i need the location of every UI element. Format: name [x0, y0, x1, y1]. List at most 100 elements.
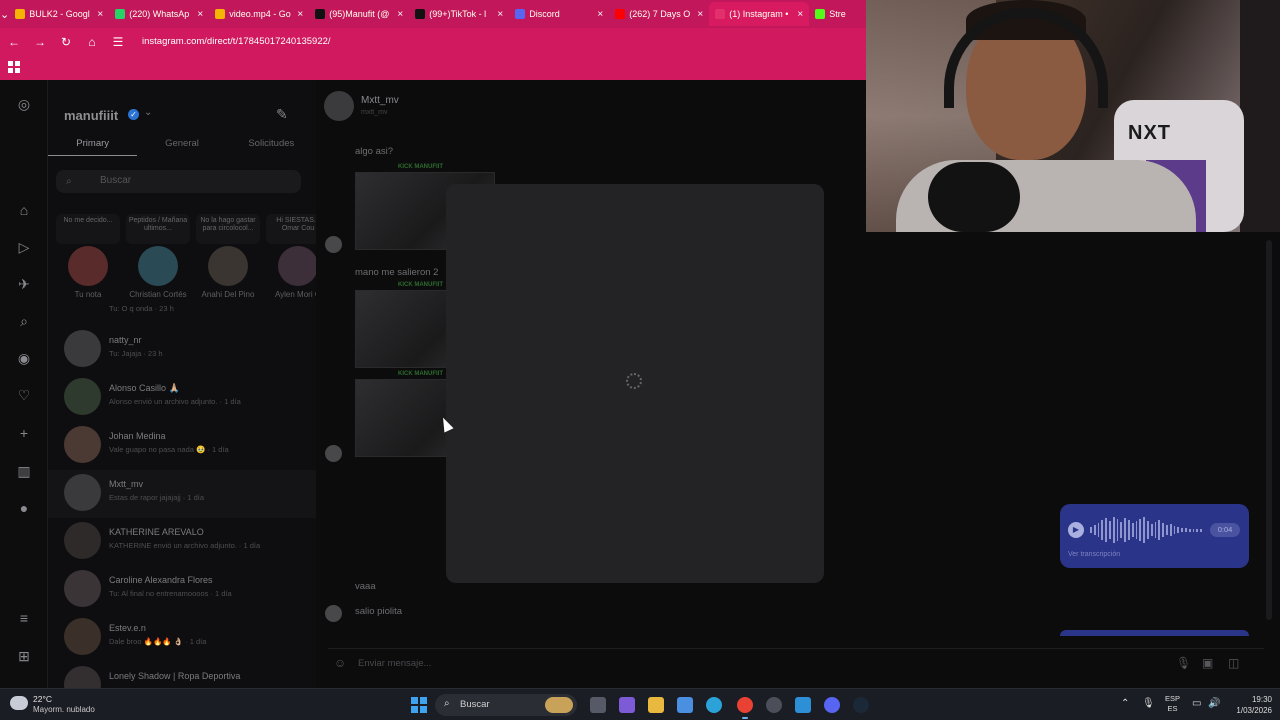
browser-tab[interactable]: BULK2 - Googl × [9, 2, 109, 26]
menu-icon[interactable]: ≡ [16, 610, 32, 626]
home-icon[interactable]: ⌂ [84, 35, 100, 49]
microphone [928, 162, 1020, 232]
voice-message[interactable]: ▶ 0:04 Ver transcripción [1060, 504, 1249, 568]
tab-search-menu-icon[interactable]: ⌄ [0, 0, 9, 28]
search-input[interactable]: Buscar [56, 170, 301, 193]
windows-start-icon[interactable] [411, 697, 427, 713]
microsoft-store-icon[interactable] [677, 697, 693, 713]
list-item[interactable]: Mxtt_mv Estas de rapor jajajajj · 1 día [48, 470, 316, 518]
voice-message[interactable] [1060, 630, 1249, 636]
note-item[interactable]: No me decido... Tu nota [56, 214, 120, 299]
browser-tab[interactable]: Discord × [509, 2, 609, 26]
list-item[interactable]: Johan Medina Vale guapo no pasa nada 🥹 ·… [48, 422, 316, 470]
close-icon[interactable]: × [797, 9, 803, 20]
back-icon[interactable]: ← [6, 35, 22, 49]
message-input[interactable]: Enviar mensaje... [358, 658, 431, 669]
chevron-up-icon[interactable]: ⌃ [1121, 698, 1129, 709]
task-view-icon[interactable] [590, 697, 606, 713]
browser-tab[interactable]: (220) WhatsAp × [109, 2, 209, 26]
avatar[interactable] [324, 91, 354, 121]
notifications-heart-icon[interactable]: ♡ [16, 387, 32, 403]
browser-address-bar: ← → ↻ ⌂ ☰ instagram.com/direct/t/1784501… [0, 28, 866, 55]
browser-tab[interactable]: (95)Manufit (@ × [309, 2, 409, 26]
file-explorer-icon[interactable] [648, 697, 664, 713]
network-icon[interactable]: ▭ [1192, 698, 1201, 709]
system-clock[interactable]: 19:30 1/03/2026 [1226, 694, 1272, 716]
microphone-icon[interactable]: 🎙 [1176, 656, 1191, 670]
message-text: mano me salieron 2 [355, 267, 439, 278]
site-info-icon[interactable]: ☰ [110, 35, 126, 49]
close-icon[interactable]: × [697, 9, 703, 20]
copilot-icon[interactable] [619, 697, 635, 713]
view-transcript-link[interactable]: Ver transcripción [1068, 551, 1120, 558]
profile-avatar-icon[interactable]: ● [16, 500, 32, 516]
tab-general[interactable]: General [137, 136, 226, 156]
list-item[interactable]: Lonely Shadow | Ropa Deportiva [48, 662, 316, 688]
language-indicator[interactable]: ESP ES [1165, 694, 1180, 714]
reload-icon[interactable]: ↻ [58, 35, 74, 49]
list-item[interactable]: Caroline Alexandra Flores Tu: Al final n… [48, 566, 316, 614]
create-plus-icon[interactable]: + [16, 425, 32, 441]
browser-tab[interactable]: (262) 7 Days O × [609, 2, 709, 26]
browser-tab[interactable]: video.mp4 - Go × [209, 2, 309, 26]
list-item[interactable]: natty_nr Tu: Jajaja · 23 h [48, 326, 316, 374]
edge-icon[interactable] [706, 697, 722, 713]
close-icon[interactable]: × [197, 9, 203, 20]
waveform[interactable] [1090, 516, 1202, 544]
list-item[interactable]: KATHERINE AREVALO KATHERINE envió un arc… [48, 518, 316, 566]
sticker-icon[interactable]: ◫ [1228, 656, 1239, 670]
tab-favicon-icon [415, 9, 426, 19]
chat-contact-name[interactable]: Mxtt_mv [361, 95, 399, 106]
list-item[interactable]: Estev.e.n Dale broo 🔥🔥🔥 👌🏼 · 1 día [48, 614, 316, 662]
note-item[interactable]: Peptidos / Mañana ultimos... Christian C… [126, 214, 190, 299]
tab-title: (95)Manufit (@ [329, 9, 390, 19]
taskbar-search[interactable]: ⌕ Buscar [435, 694, 577, 716]
image-upload-icon[interactable]: ▣ [1202, 656, 1213, 670]
close-icon[interactable]: × [97, 9, 103, 20]
app-f-icon[interactable] [795, 697, 811, 713]
list-item[interactable]: Tu: O q onda · 23 h [48, 288, 316, 313]
voice-duration: 0:04 [1210, 523, 1240, 537]
dashboard-icon[interactable]: ▥ [16, 463, 32, 479]
account-username[interactable]: manufiiit [64, 108, 118, 123]
apps-grid-icon[interactable] [8, 61, 20, 73]
emoji-icon[interactable]: ☺ [334, 656, 346, 670]
close-icon[interactable]: × [597, 9, 603, 20]
tab-favicon-icon [615, 9, 626, 19]
play-icon[interactable]: ▶ [1068, 522, 1084, 538]
compose-icon[interactable]: ✎ [276, 106, 288, 123]
microphone-tray-icon[interactable]: 🎙 [1142, 698, 1155, 709]
browser-tab[interactable]: Stre [809, 2, 866, 26]
list-item[interactable]: Alonso Casillo 🙏🏼 Alonso envió un archiv… [48, 374, 316, 422]
tab-primary[interactable]: Primary [48, 136, 138, 156]
volume-icon[interactable]: 🔊 [1208, 698, 1220, 709]
reels-nav-icon[interactable]: ▷ [16, 239, 32, 255]
browser-tab[interactable]: (99+)TikTok - l × [409, 2, 509, 26]
instagram-left-nav: ◎ ⌂ ▷ ✈ ⌕ ◉ ♡ + ▥ ● ≡ ⊞ [0, 80, 48, 688]
obs-icon[interactable] [766, 697, 782, 713]
chrome-icon[interactable] [737, 697, 753, 719]
conversation-preview: Dale broo 🔥🔥🔥 👌🏼 · 1 día [109, 637, 207, 646]
note-item[interactable]: No la hago gastar para circolocol... Ana… [196, 214, 260, 299]
close-icon[interactable]: × [397, 9, 403, 20]
instagram-logo-icon[interactable]: ◎ [16, 96, 32, 112]
conversation-preview: Tu: Jajaja · 23 h [109, 349, 163, 358]
messages-nav-icon[interactable]: ✈ [16, 276, 32, 292]
tab-title: (99+)TikTok - l [429, 9, 487, 19]
steam-icon[interactable] [853, 697, 869, 713]
url-text[interactable]: instagram.com/direct/t/17845017240135922… [142, 36, 331, 47]
chat-scrollbar[interactable] [1266, 240, 1272, 620]
search-nav-icon[interactable]: ⌕ [16, 313, 32, 329]
close-icon[interactable]: × [297, 9, 303, 20]
browser-tab[interactable]: (1) Instagram • × [709, 2, 810, 26]
home-nav-icon[interactable]: ⌂ [16, 202, 32, 218]
explore-nav-icon[interactable]: ◉ [16, 350, 32, 366]
forward-icon[interactable]: → [32, 35, 48, 49]
close-icon[interactable]: × [497, 9, 503, 20]
chevron-down-icon[interactable]: ⌄ [144, 107, 152, 118]
discord-icon[interactable] [824, 697, 840, 713]
media-loading-modal[interactable] [446, 184, 824, 583]
tab-title: (262) 7 Days O [629, 9, 691, 19]
meta-apps-icon[interactable]: ⊞ [16, 648, 32, 664]
tab-requests[interactable]: Solicitudes [227, 136, 316, 156]
